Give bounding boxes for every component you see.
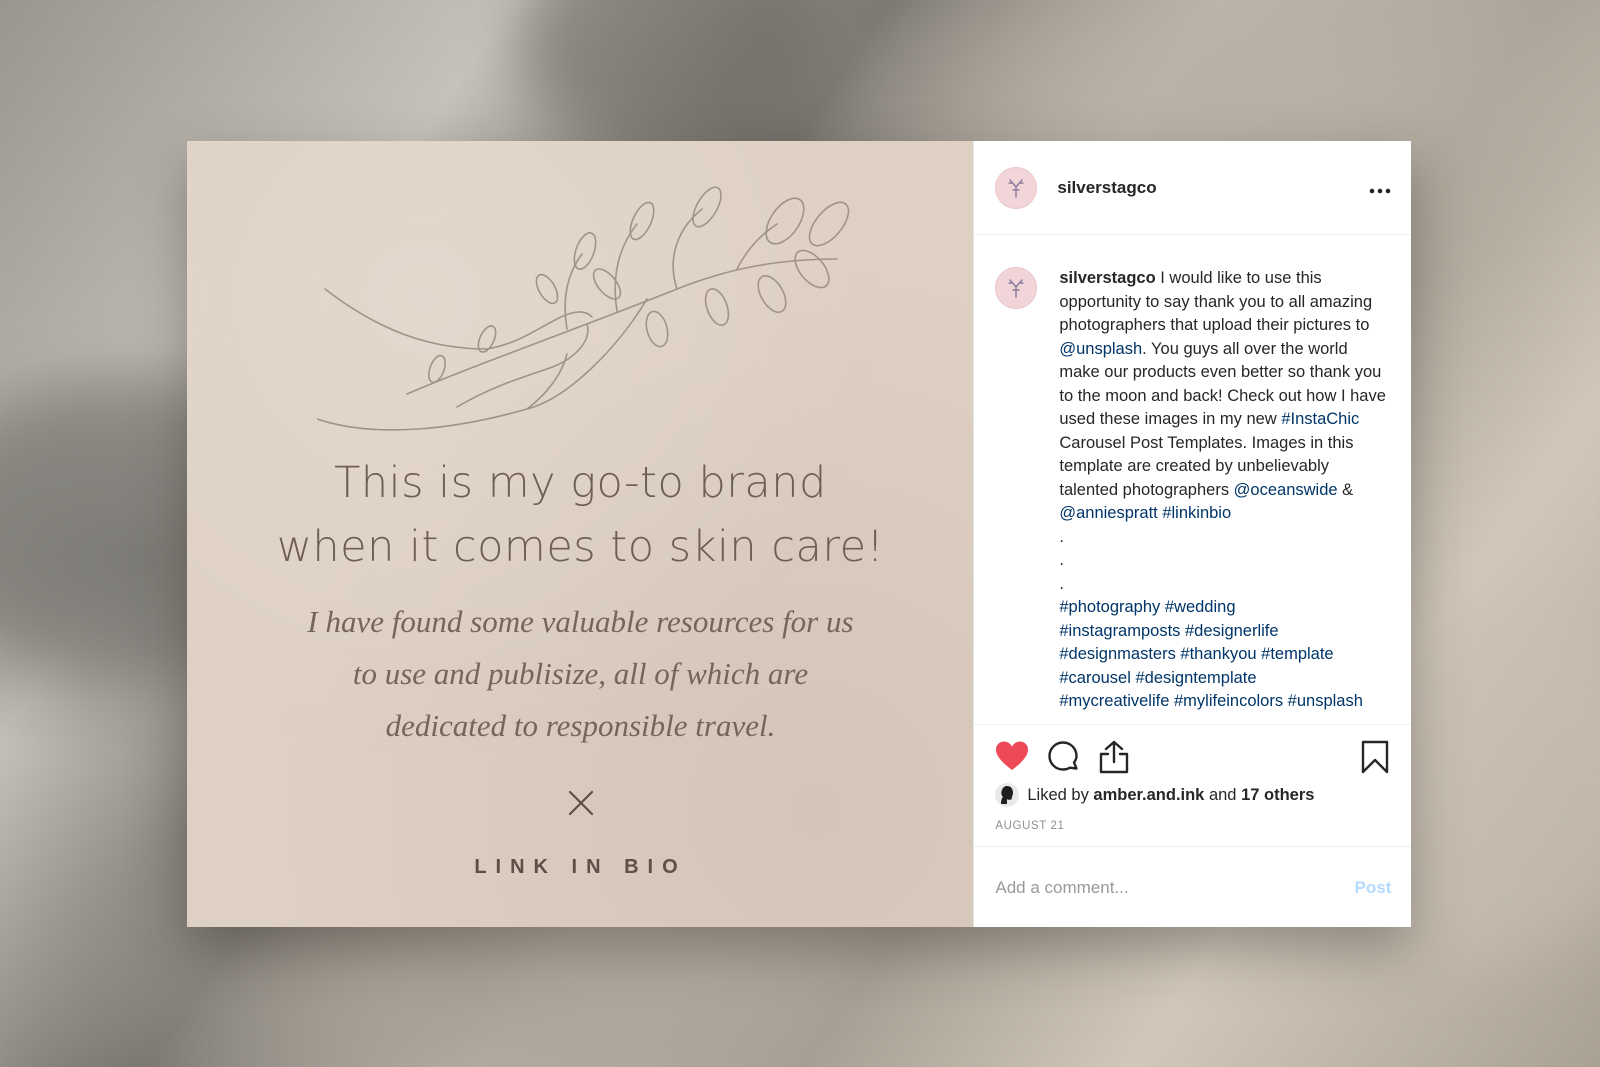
hashtag-link[interactable]: #InstaChic: [1281, 410, 1359, 428]
bookmark-icon: [1362, 740, 1389, 774]
caption-dot: .: [1059, 574, 1064, 593]
save-button[interactable]: [1361, 740, 1389, 779]
comment-icon: [1048, 741, 1079, 771]
subline-line: to use and publisize, all of which are: [352, 656, 809, 691]
hashtag-link[interactable]: #designmasters #thankyou #template: [1059, 645, 1333, 663]
hashtag-link[interactable]: #photography #wedding: [1059, 598, 1235, 616]
post-headline: This is my go-to brand when it comes to …: [187, 451, 974, 579]
link-in-bio-label: LINK IN BIO: [474, 856, 687, 878]
ellipsis-icon: [1369, 188, 1391, 193]
caption-body: &: [1337, 480, 1354, 499]
post-subline: I have found some valuable resources for…: [287, 596, 874, 752]
action-icons-row: [995, 740, 1391, 776]
caption-row: silverstagco I would like to use this op…: [974, 236, 1411, 714]
caption-scroll-area[interactable]: silverstagco I would like to use this op…: [974, 236, 1411, 724]
stag-logo-icon: [1008, 279, 1025, 298]
liker-username-link[interactable]: amber.and.ink: [1093, 786, 1204, 805]
comment-bar: Add a comment... Post: [974, 846, 1412, 928]
close-x-icon: [568, 790, 594, 816]
hashtag-link[interactable]: #carousel #designtemplate: [1059, 669, 1256, 687]
caption-text: silverstagco I would like to use this op…: [1059, 267, 1389, 714]
post-header: silverstagco: [974, 141, 1411, 235]
caption-dot: .: [1059, 551, 1064, 569]
stag-logo-icon: [1008, 178, 1025, 198]
share-icon: [1100, 740, 1129, 774]
others-link[interactable]: 17 others: [1241, 786, 1314, 805]
hashtag-link[interactable]: #instagramposts #designerlife: [1059, 622, 1278, 640]
likes-summary: Liked by amber.and.ink and 17 others: [995, 783, 1314, 807]
post-side-panel: silverstagco silverstagco I would like t…: [973, 141, 1412, 928]
username-link[interactable]: silverstagco: [1057, 178, 1156, 198]
subline-line: dedicated to responsible travel.: [385, 708, 776, 743]
caption-dot: .: [1059, 527, 1064, 546]
avatar[interactable]: [995, 166, 1038, 209]
instagram-post: This is my go-to brand when it comes to …: [187, 141, 1412, 928]
avatar[interactable]: [995, 267, 1038, 309]
heart-icon: [996, 741, 1029, 770]
comment-input[interactable]: Add a comment...: [995, 878, 1128, 898]
mention-link[interactable]: @anniespratt: [1059, 504, 1157, 522]
comment-button[interactable]: [1047, 740, 1079, 777]
headline-line: when it comes to skin care!: [276, 522, 885, 572]
post-date: AUGUST 21: [995, 820, 1065, 832]
post-actions: Liked by amber.and.ink and 17 others AUG…: [974, 724, 1412, 928]
liked-by-label: and: [1204, 785, 1242, 804]
background-fold: [520, 0, 820, 160]
liked-by-label: Liked by: [1027, 785, 1094, 804]
silhouette-icon: [1001, 786, 1014, 804]
liker-avatar[interactable]: [995, 783, 1020, 807]
post-image[interactable]: This is my go-to brand when it comes to …: [187, 141, 974, 927]
hand-branch-illustration: [317, 186, 850, 431]
subline-line: I have found some valuable resources for…: [307, 604, 854, 639]
hashtag-link[interactable]: #linkinbio: [1162, 504, 1231, 522]
hashtag-link[interactable]: #mycreativelife #mylifeincolors #unsplas…: [1059, 692, 1363, 710]
mention-link[interactable]: @oceanswide: [1234, 481, 1338, 499]
share-button[interactable]: [1098, 740, 1130, 779]
headline-line: This is my go-to brand: [334, 458, 827, 508]
mention-link[interactable]: @unsplash: [1059, 340, 1142, 358]
post-comment-button[interactable]: Post: [1355, 878, 1392, 898]
like-button[interactable]: [995, 740, 1029, 777]
more-options-button[interactable]: [1369, 182, 1391, 194]
caption-username-link[interactable]: silverstagco: [1059, 269, 1155, 287]
